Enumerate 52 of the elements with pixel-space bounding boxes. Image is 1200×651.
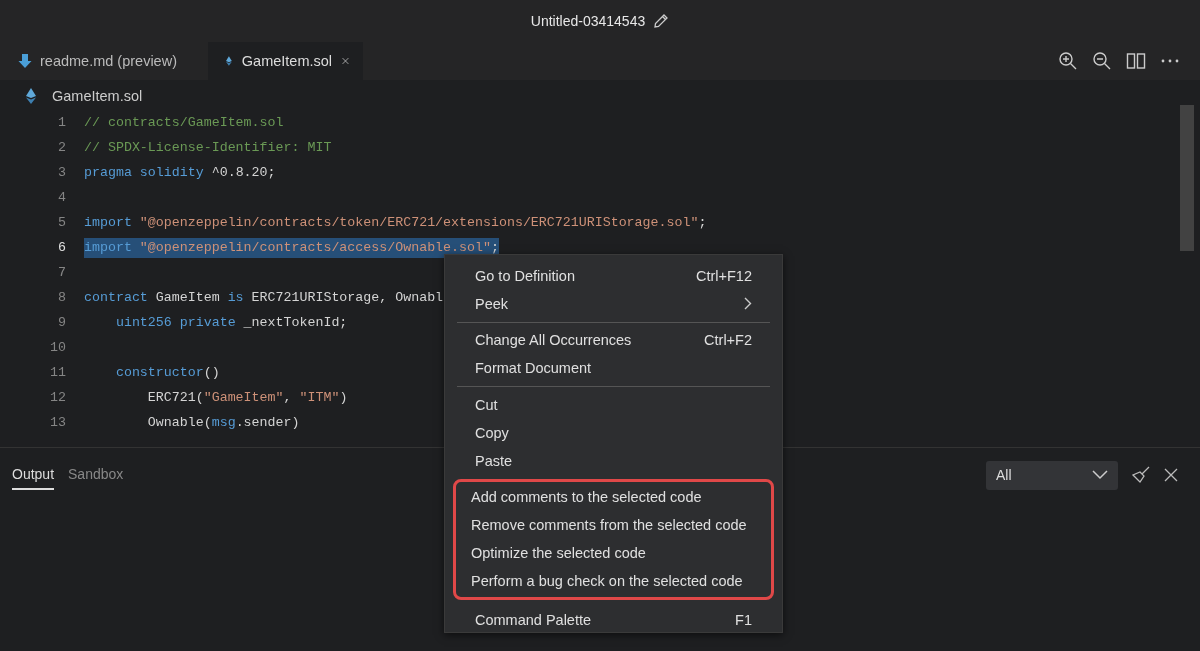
menu-item[interactable]: Add comments to the selected code xyxy=(456,483,771,512)
zoom-out-icon[interactable] xyxy=(1092,51,1112,71)
line-number: 7 xyxy=(57,265,67,280)
code-line: // SPDX-License-Identifier: MIT xyxy=(84,138,332,157)
code-line: import "@openzeppelin/contracts/token/ERC721/extensions/ERC721URIStorage.sol"; xyxy=(84,213,707,232)
filter-dropdown[interactable]: All xyxy=(986,460,1118,490)
pencil-icon[interactable] xyxy=(653,13,670,29)
line-number: 5 xyxy=(57,215,67,230)
line-number: 6 xyxy=(57,240,67,255)
menu-item[interactable]: Peek xyxy=(457,289,770,318)
editor-tab[interactable]: readme.md (preview) xyxy=(0,42,208,80)
line-number: 10 xyxy=(49,340,67,355)
panel-tab[interactable]: Output xyxy=(12,460,55,490)
code-line: Ownable(msg.sender) xyxy=(146,413,300,432)
menu-item[interactable]: Cut xyxy=(457,391,770,419)
code-line: uint256 private _nextTokenId; xyxy=(114,313,348,332)
line-number: 12 xyxy=(49,390,67,405)
close-icon[interactable] xyxy=(1164,468,1178,482)
line-number: 3 xyxy=(57,165,67,180)
line-number: 1 xyxy=(57,115,67,130)
panel-tab[interactable]: Sandbox xyxy=(68,460,124,490)
line-number: 11 xyxy=(49,365,67,380)
code-line: ERC721("GameItem", "ITM") xyxy=(146,388,348,407)
code-line: pragma solidity ^0.8.20; xyxy=(84,163,276,182)
menu-item[interactable]: Perform a bug check on the selected code xyxy=(456,566,771,595)
menu-item[interactable]: Command Palette F1 xyxy=(457,605,770,634)
chevron-down-icon xyxy=(1092,470,1108,480)
broom-icon[interactable] xyxy=(1132,466,1150,484)
menu-item[interactable]: Copy xyxy=(457,419,770,447)
down-arrow-icon xyxy=(18,53,32,69)
editor-tab[interactable]: GameItem.sol xyxy=(208,42,363,80)
diamond-icon xyxy=(26,88,36,104)
more-icon[interactable] xyxy=(1160,58,1180,64)
zoom-in-icon[interactable] xyxy=(1058,51,1078,71)
code-line: contract GameItem is ERC721URIStorage, Ownabl xyxy=(84,288,444,307)
menu-item[interactable]: Change All Occurrences Ctrl+F2 xyxy=(457,326,770,355)
scrollbar[interactable] xyxy=(1180,105,1194,251)
menu-item[interactable]: Format Document xyxy=(457,354,770,383)
menu-item[interactable]: Remove comments from the selected code xyxy=(456,511,771,540)
menu-item[interactable]: Optimize the selected code xyxy=(456,539,771,567)
line-number: 2 xyxy=(57,140,67,155)
menu-item[interactable]: Go to Definition Ctrl+F12 xyxy=(457,262,770,290)
line-number: 9 xyxy=(57,315,67,330)
breadcrumb[interactable]: GameItem.sol xyxy=(52,88,143,104)
menu-item[interactable]: Paste xyxy=(457,446,770,475)
line-number: 13 xyxy=(49,415,67,430)
line-number: 8 xyxy=(57,290,67,305)
code-line: // contracts/GameItem.sol xyxy=(84,113,284,132)
line-number: 4 xyxy=(57,190,67,205)
window-title: Untitled-03414543 xyxy=(530,13,646,29)
split-editor-icon[interactable] xyxy=(1126,52,1146,70)
code-line: constructor() xyxy=(114,363,220,382)
